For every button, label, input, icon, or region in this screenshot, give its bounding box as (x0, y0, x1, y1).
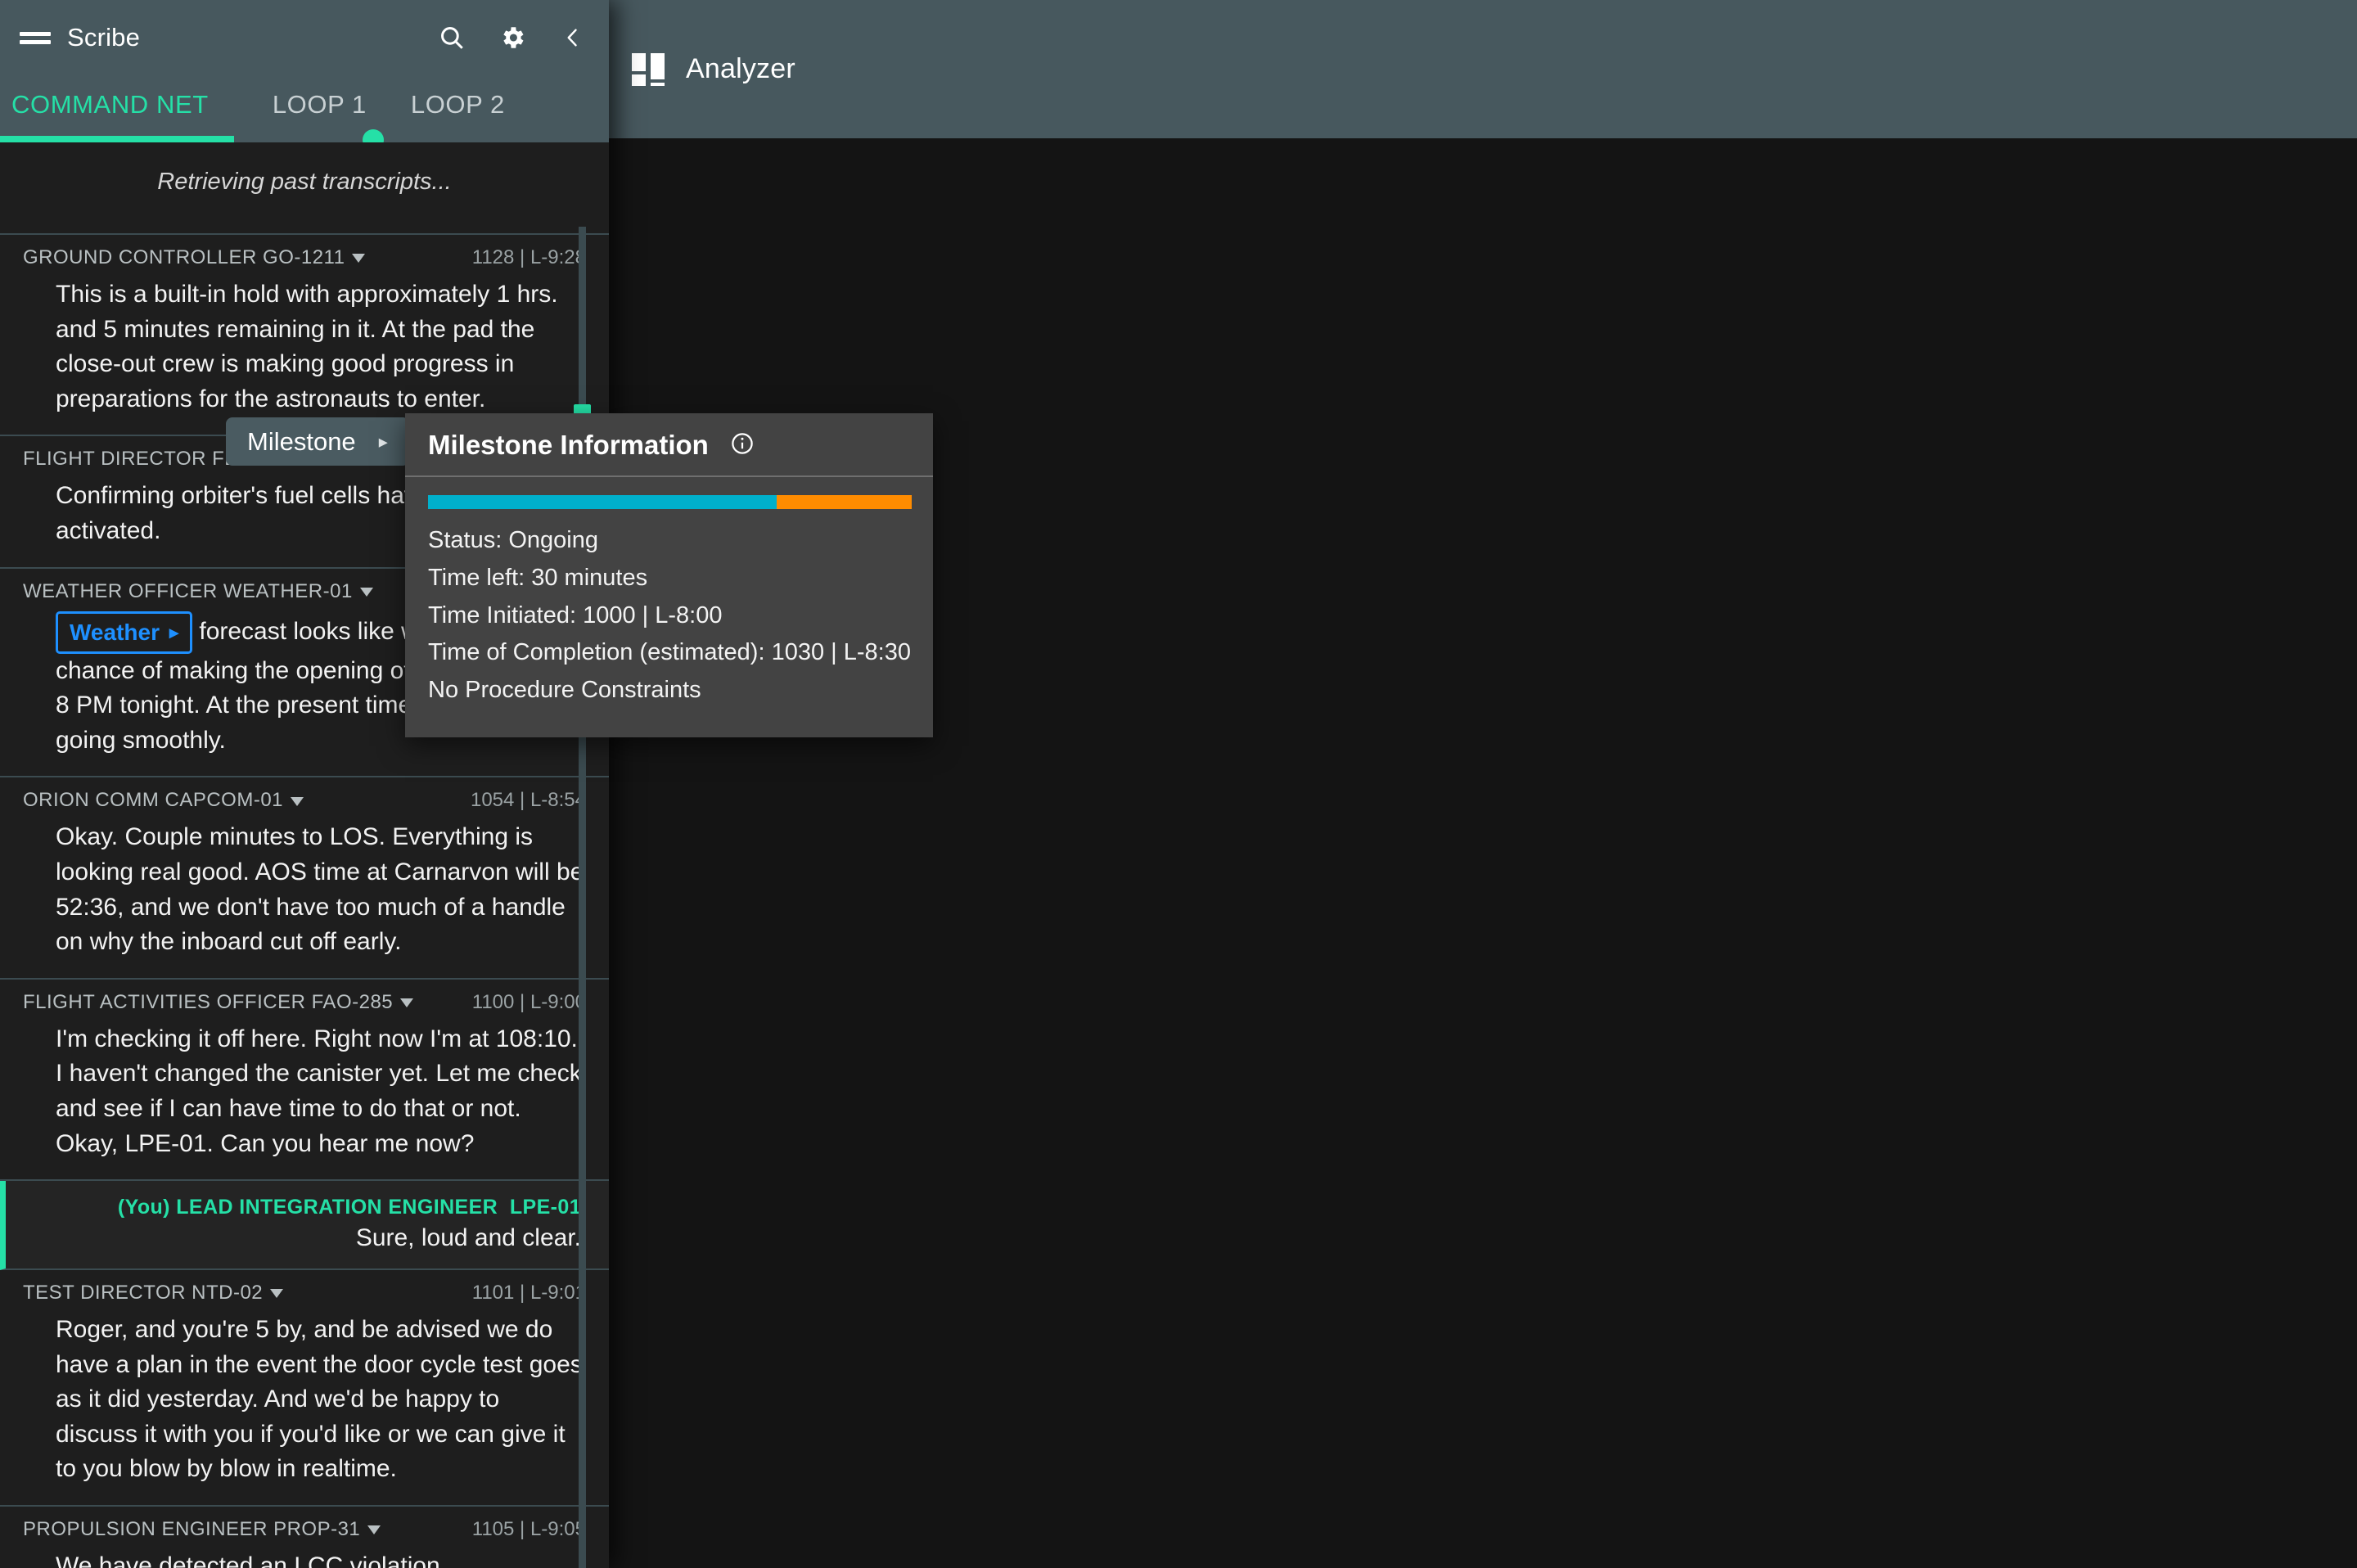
tab-loop-1[interactable]: LOOP 1 (273, 82, 367, 119)
chevron-right-icon: ▸ (169, 621, 179, 642)
message-speaker[interactable]: PROPULSION ENGINEER PROP-31 (23, 1518, 381, 1541)
message-body: We have detected an LCC violation, LCC-3… (23, 1549, 586, 1568)
app-title: Scribe (67, 23, 141, 52)
transcript-message[interactable]: FLIGHT ACTIVITIES OFFICER FAO-285 1100 |… (0, 980, 609, 1182)
message-body: Roger, and you're 5 by, and be advised w… (56, 1316, 583, 1483)
tooltip-constraints-line: No Procedure Constraints (428, 677, 701, 704)
scribe-panel: Scribe COMMAND NET LOOP 1 LOOP 2 Retriev… (0, 0, 609, 1568)
analyzer-content-area (609, 138, 2357, 1568)
chevron-down-icon[interactable] (291, 796, 304, 806)
message-speaker[interactable]: WEATHER OFFICER WEATHER-01 (23, 580, 373, 603)
milestone-information-tooltip: Milestone Information Status: Ongoing Ti… (405, 413, 933, 738)
transcript-message[interactable]: TEST DIRECTOR NTD-02 1101 | L-9:01 Roger… (0, 1270, 609, 1507)
you-label: (You) (117, 1196, 170, 1219)
transcript-list[interactable]: Retrieving past transcripts... GROUND CO… (0, 142, 609, 1568)
dashboard-grid-icon (632, 52, 665, 86)
loop-tabs: COMMAND NET LOOP 1 LOOP 2 (0, 75, 609, 151)
search-icon[interactable] (435, 21, 468, 54)
own-message-body: Sure, loud and clear. (355, 1224, 581, 1252)
message-body: This is a built-in hold with approximate… (56, 281, 558, 412)
milestone-tag-chip[interactable]: Milestone ▸ (226, 417, 409, 466)
chevron-right-icon: ▸ (378, 430, 388, 452)
tab-command-net[interactable]: COMMAND NET (11, 82, 209, 119)
own-message-header: (You) LEAD INTEGRATION ENGINEER LPE-01 (29, 1196, 581, 1219)
chevron-down-icon[interactable] (359, 587, 373, 597)
chevron-down-icon[interactable] (400, 998, 414, 1007)
message-text-pre: We have detected an LCC violation, (56, 1552, 448, 1568)
chevron-left-icon[interactable] (557, 21, 589, 54)
tooltip-time-initiated-line: Time Initiated: 1000 | L-8:00 (428, 602, 723, 629)
analyzer-header: Analyzer (609, 0, 2357, 138)
hamburger-menu-icon[interactable] (20, 27, 51, 48)
chevron-down-icon[interactable] (367, 1525, 381, 1535)
chevron-down-icon[interactable] (352, 254, 366, 264)
tooltip-time-left-line: Time left: 30 minutes (428, 564, 648, 591)
progress-remaining-segment (776, 495, 912, 509)
tooltip-detail-lines: Status: Ongoing Time left: 30 minutes Ti… (405, 522, 933, 737)
message-timestamp: 1100 | L-9:00 (471, 990, 586, 1013)
transcript-message[interactable]: PROPULSION ENGINEER PROP-31 1105 | L-9:0… (0, 1507, 609, 1568)
message-speaker[interactable]: TEST DIRECTOR NTD-02 (23, 1282, 284, 1304)
info-circle-icon[interactable] (730, 431, 755, 460)
transcript-message[interactable]: GROUND CONTROLLER GO-1211 1128 | L-9:28 … (0, 235, 609, 437)
message-body: Okay. Couple minutes to LOS. Everything … (56, 823, 584, 956)
gear-icon[interactable] (496, 21, 529, 54)
tab-loop-2[interactable]: LOOP 2 (411, 82, 505, 119)
tooltip-completion-line: Time of Completion (estimated): 1030 | L… (428, 639, 911, 666)
message-timestamp: 1105 | L-9:05 (471, 1518, 586, 1541)
tooltip-title: Milestone Information (428, 430, 709, 460)
tooltip-header: Milestone Information (405, 413, 933, 477)
milestone-progress-bar (428, 495, 912, 509)
message-speaker[interactable]: FLIGHT ACTIVITIES OFFICER FAO-285 (23, 991, 414, 1014)
retrieving-status: Retrieving past transcripts... (0, 142, 609, 235)
chevron-down-icon[interactable] (270, 1289, 284, 1299)
scribe-topbar: Scribe (0, 0, 609, 75)
message-timestamp: 1054 | L-8:54 (470, 789, 586, 812)
message-speaker[interactable]: ORION COMM CAPCOM-01 (23, 789, 304, 812)
analyzer-title: Analyzer (686, 53, 795, 84)
own-message[interactable]: (You) LEAD INTEGRATION ENGINEER LPE-01 S… (0, 1181, 609, 1271)
message-speaker[interactable]: GROUND CONTROLLER GO-1211 (23, 246, 366, 269)
tooltip-status-line: Status: Ongoing (428, 527, 598, 553)
active-tab-indicator (0, 136, 234, 142)
message-timestamp: 1101 | L-9:01 (471, 1282, 586, 1304)
milestone-chip-label: Milestone (247, 427, 356, 456)
message-body: I'm checking it off here. Right now I'm … (56, 1025, 582, 1157)
transcript-message[interactable]: ORION COMM CAPCOM-01 1054 | L-8:54 Okay.… (0, 777, 609, 980)
own-message-role: LEAD INTEGRATION ENGINEER (176, 1196, 498, 1219)
progress-completed-segment (428, 495, 777, 509)
weather-tag-chip[interactable]: Weather ▸ (56, 611, 193, 654)
own-message-callsign: LPE-01 (509, 1196, 581, 1219)
message-timestamp: 1128 | L-9:28 (471, 246, 586, 268)
